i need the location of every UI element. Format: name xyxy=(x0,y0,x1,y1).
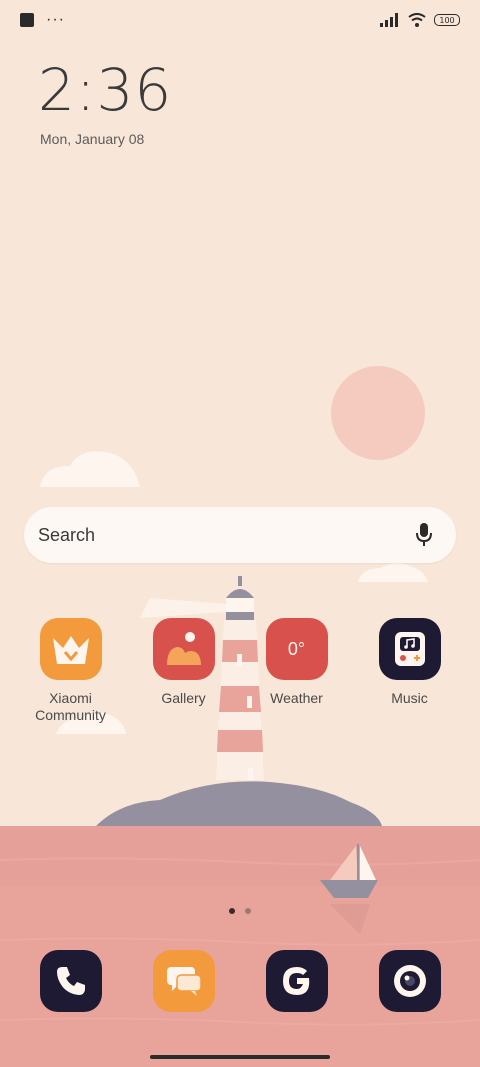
weather-icon: 0° xyxy=(265,618,328,680)
app-gallery[interactable]: Gallery xyxy=(129,618,239,724)
phone-icon xyxy=(56,967,85,995)
weather-temperature: 0° xyxy=(287,638,306,659)
dock-camera[interactable] xyxy=(355,950,465,1012)
dock xyxy=(0,950,480,1012)
google-icon xyxy=(282,967,309,995)
messages-icon xyxy=(166,967,202,996)
app-label: Weather xyxy=(270,690,323,706)
search-placeholder: Search xyxy=(38,524,96,545)
wifi-icon xyxy=(408,13,426,27)
app-weather[interactable]: 0° Weather xyxy=(242,618,352,724)
gallery-icon xyxy=(166,632,201,665)
home-indicator[interactable] xyxy=(150,1055,330,1059)
signal-icon xyxy=(380,13,398,27)
camera-icon xyxy=(393,965,426,997)
battery-icon: 100 xyxy=(434,14,460,26)
search-bar[interactable]: Search xyxy=(24,507,456,563)
status-left: ··· xyxy=(20,12,65,28)
music-icon xyxy=(394,632,425,666)
app-icon xyxy=(152,618,215,680)
app-icon xyxy=(39,618,102,680)
app-icon xyxy=(152,950,215,1012)
app-icon xyxy=(378,618,441,680)
app-icon xyxy=(39,950,102,1012)
status-right: 100 xyxy=(380,13,460,27)
dock-messages[interactable] xyxy=(129,950,239,1012)
crown-icon xyxy=(52,636,89,664)
page-dot[interactable] xyxy=(245,908,251,914)
dock-phone[interactable] xyxy=(16,950,126,1012)
clock-date[interactable]: Mon, January 08 xyxy=(40,131,144,147)
app-music[interactable]: Music xyxy=(355,618,465,724)
app-label: Xiaomi Community xyxy=(35,690,106,723)
overflow-notifications-icon: ··· xyxy=(46,11,65,28)
status-bar: ··· 100 xyxy=(0,0,480,40)
sun-shape xyxy=(331,366,425,460)
microphone-icon[interactable] xyxy=(414,522,434,548)
page-dot-active[interactable] xyxy=(229,908,235,914)
app-row: Xiaomi Community Gallery 0° Weather Musi… xyxy=(0,618,480,724)
app-label: Music xyxy=(391,690,428,706)
dock-google[interactable] xyxy=(242,950,352,1012)
page-indicator xyxy=(0,908,480,914)
app-label: Gallery xyxy=(161,690,206,706)
app-xiaomi-community[interactable]: Xiaomi Community xyxy=(16,618,126,724)
app-icon xyxy=(378,950,441,1012)
clock-time[interactable]: 2:36 xyxy=(38,56,172,124)
app-notification-icon xyxy=(20,13,34,27)
app-icon xyxy=(265,950,328,1012)
